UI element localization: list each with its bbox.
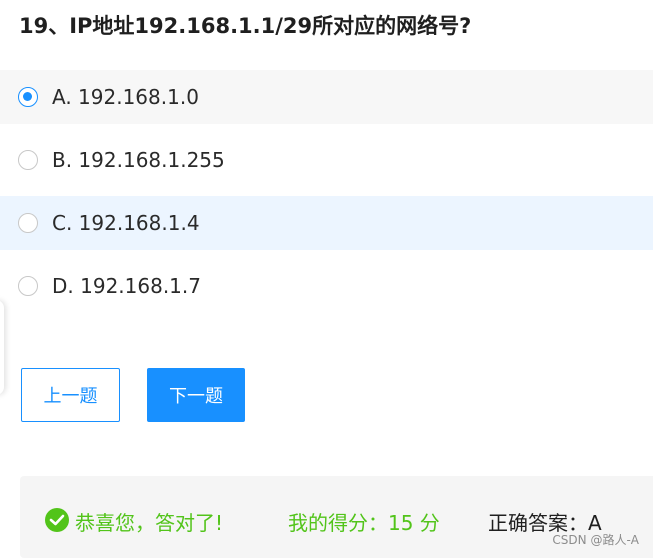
next-question-button[interactable]: 下一题: [147, 368, 245, 422]
question-title: 19、IP地址192.168.1.1/29所对应的网络号?: [19, 14, 472, 38]
score-text: 我的得分：15 分: [288, 511, 440, 535]
option-a[interactable]: A. 192.168.1.0: [0, 70, 653, 124]
option-c[interactable]: C. 192.168.1.4: [0, 196, 653, 250]
radio-button-checked[interactable]: [18, 87, 38, 107]
side-drawer-handle[interactable]: [0, 300, 4, 395]
option-label: A. 192.168.1.0: [52, 85, 199, 109]
option-b[interactable]: B. 192.168.1.255: [0, 133, 653, 187]
radio-button[interactable]: [18, 213, 38, 233]
prev-question-button[interactable]: 上一题: [21, 368, 120, 422]
watermark: CSDN @路人-A: [552, 533, 639, 547]
option-d[interactable]: D. 192.168.1.7: [0, 259, 653, 313]
check-circle-icon: [45, 508, 69, 532]
congrats-message: 恭喜您，答对了!: [75, 511, 224, 535]
radio-button[interactable]: [18, 150, 38, 170]
radio-button[interactable]: [18, 276, 38, 296]
option-label: D. 192.168.1.7: [52, 274, 201, 298]
option-label: C. 192.168.1.4: [52, 211, 200, 235]
option-label: B. 192.168.1.255: [52, 148, 225, 172]
